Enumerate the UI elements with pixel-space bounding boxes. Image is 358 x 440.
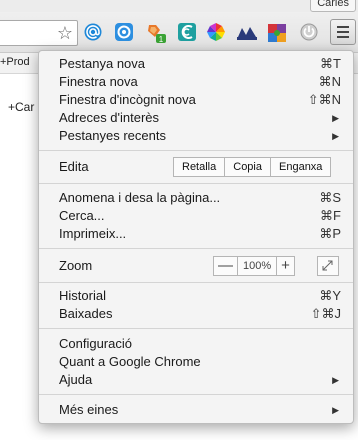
menu-item-new-tab[interactable]: Pestanya nova ⌘T xyxy=(59,55,341,73)
menu-item-label: Finestra d'incògnit nova xyxy=(59,92,196,107)
menu-separator xyxy=(39,394,353,395)
submenu-arrow-icon: ▶ xyxy=(332,113,339,123)
zoom-out-button[interactable]: — xyxy=(214,257,238,275)
pen-tool-icon[interactable]: 1 xyxy=(146,23,166,44)
menu-item-label: Zoom xyxy=(59,258,93,273)
menu-bar-line xyxy=(337,31,349,33)
menu-item-about[interactable]: Quant a Google Chrome xyxy=(59,353,341,371)
bookmark-star-icon[interactable]: ☆ xyxy=(57,22,73,44)
menu-bar-line xyxy=(337,26,349,28)
menu-item-shortcut: ⌘Y xyxy=(319,288,341,303)
menu-item-label: Cerca... xyxy=(59,208,105,223)
menu-item-label: Imprimeix... xyxy=(59,226,127,241)
fullscreen-icon xyxy=(322,260,333,271)
menu-item-settings[interactable]: Configuració xyxy=(59,335,341,353)
menu-item-label: Pestanya nova xyxy=(59,56,146,71)
submenu-arrow-icon: ▶ xyxy=(332,375,339,385)
menu-item-shortcut: ⌘S xyxy=(319,190,341,205)
svg-text:1: 1 xyxy=(159,35,164,44)
profile-button[interactable]: Carles xyxy=(310,0,356,12)
zoom-controls: — 100% + xyxy=(213,256,295,276)
edit-button-group: Retalla Copia Enganxa xyxy=(173,157,332,177)
menu-item-label: Finestra nova xyxy=(59,74,138,89)
menu-separator xyxy=(39,183,353,184)
menu-item-label: Anomena i desa la pàgina... xyxy=(59,190,221,205)
menu-item-downloads[interactable]: Baixades ⇧⌘J xyxy=(59,305,341,323)
power-icon[interactable] xyxy=(300,23,318,41)
bookmark-item[interactable]: +Prod xyxy=(0,56,30,68)
menu-item-bookmarks[interactable]: Adreces d'interès ▶ xyxy=(59,109,341,127)
menu-item-zoom: Zoom xyxy=(59,257,159,275)
chrome-menu-button[interactable] xyxy=(330,19,356,45)
menu-separator xyxy=(39,248,353,249)
menu-separator xyxy=(39,150,353,151)
menu-item-label: Pestanyes recents xyxy=(59,128,166,143)
menu-item-save-page[interactable]: Anomena i desa la pàgina... ⌘S xyxy=(59,189,341,207)
menu-separator xyxy=(39,282,353,283)
zoom-in-button[interactable]: + xyxy=(277,257,294,275)
menu-item-label: Ajuda xyxy=(59,372,93,387)
menu-item-label: Quant a Google Chrome xyxy=(59,354,201,369)
chart-icon[interactable] xyxy=(237,23,257,41)
paste-button[interactable]: Enganxa xyxy=(271,158,330,176)
menu-item-edit: Edita xyxy=(59,158,159,176)
menu-item-shortcut: ⌘N xyxy=(318,74,341,89)
menu-item-label: Més eines xyxy=(59,402,119,417)
omnibox[interactable]: ☆ xyxy=(0,20,78,46)
swirl-icon[interactable] xyxy=(178,23,196,41)
menu-item-shortcut: ⌘P xyxy=(319,226,341,241)
target-icon[interactable] xyxy=(115,23,133,41)
color-wheel-icon[interactable] xyxy=(207,23,225,41)
menu-item-label: Historial xyxy=(59,288,106,303)
menu-item-label: Configuració xyxy=(59,336,132,351)
menu-separator xyxy=(39,328,353,329)
menu-item-incognito[interactable]: Finestra d'incògnit nova ⇧⌘N xyxy=(59,91,341,109)
menu-item-find[interactable]: Cerca... ⌘F xyxy=(59,207,341,225)
cut-button[interactable]: Retalla xyxy=(174,158,226,176)
menu-bar-line xyxy=(337,36,349,38)
menu-item-print[interactable]: Imprimeix... ⌘P xyxy=(59,225,341,243)
chrome-menu: Pestanya nova ⌘T Finestra nova ⌘N Finest… xyxy=(38,50,354,424)
menu-item-shortcut: ⌘F xyxy=(320,208,341,223)
menu-item-shortcut: ⇧⌘J xyxy=(310,306,341,321)
browser-toolbar: ☆ 1 xyxy=(0,12,358,53)
menu-item-help[interactable]: Ajuda ▶ xyxy=(59,371,341,389)
submenu-arrow-icon: ▶ xyxy=(332,131,339,141)
menu-item-new-window[interactable]: Finestra nova ⌘N xyxy=(59,73,341,91)
menu-item-shortcut: ⌘T xyxy=(320,56,341,71)
menu-item-label: Adreces d'interès xyxy=(59,110,160,125)
puzzle-icon[interactable] xyxy=(267,23,286,42)
submenu-arrow-icon: ▶ xyxy=(332,405,339,415)
page-content-text: +Car xyxy=(8,100,35,114)
menu-item-more-tools[interactable]: Més eines ▶ xyxy=(59,401,341,419)
menu-item-shortcut: ⇧⌘N xyxy=(307,92,341,107)
menu-item-label: Baixades xyxy=(59,306,113,321)
window-top-strip: Carles xyxy=(0,0,358,12)
copy-button[interactable]: Copia xyxy=(225,158,271,176)
menu-item-label: Edita xyxy=(59,159,89,174)
menu-item-recent-tabs[interactable]: Pestanyes recents ▶ xyxy=(59,127,341,145)
fullscreen-button[interactable] xyxy=(317,256,339,276)
zoom-level: 100% xyxy=(238,257,278,275)
at-sign-icon[interactable] xyxy=(84,23,102,41)
menu-item-history[interactable]: Historial ⌘Y xyxy=(59,287,341,305)
